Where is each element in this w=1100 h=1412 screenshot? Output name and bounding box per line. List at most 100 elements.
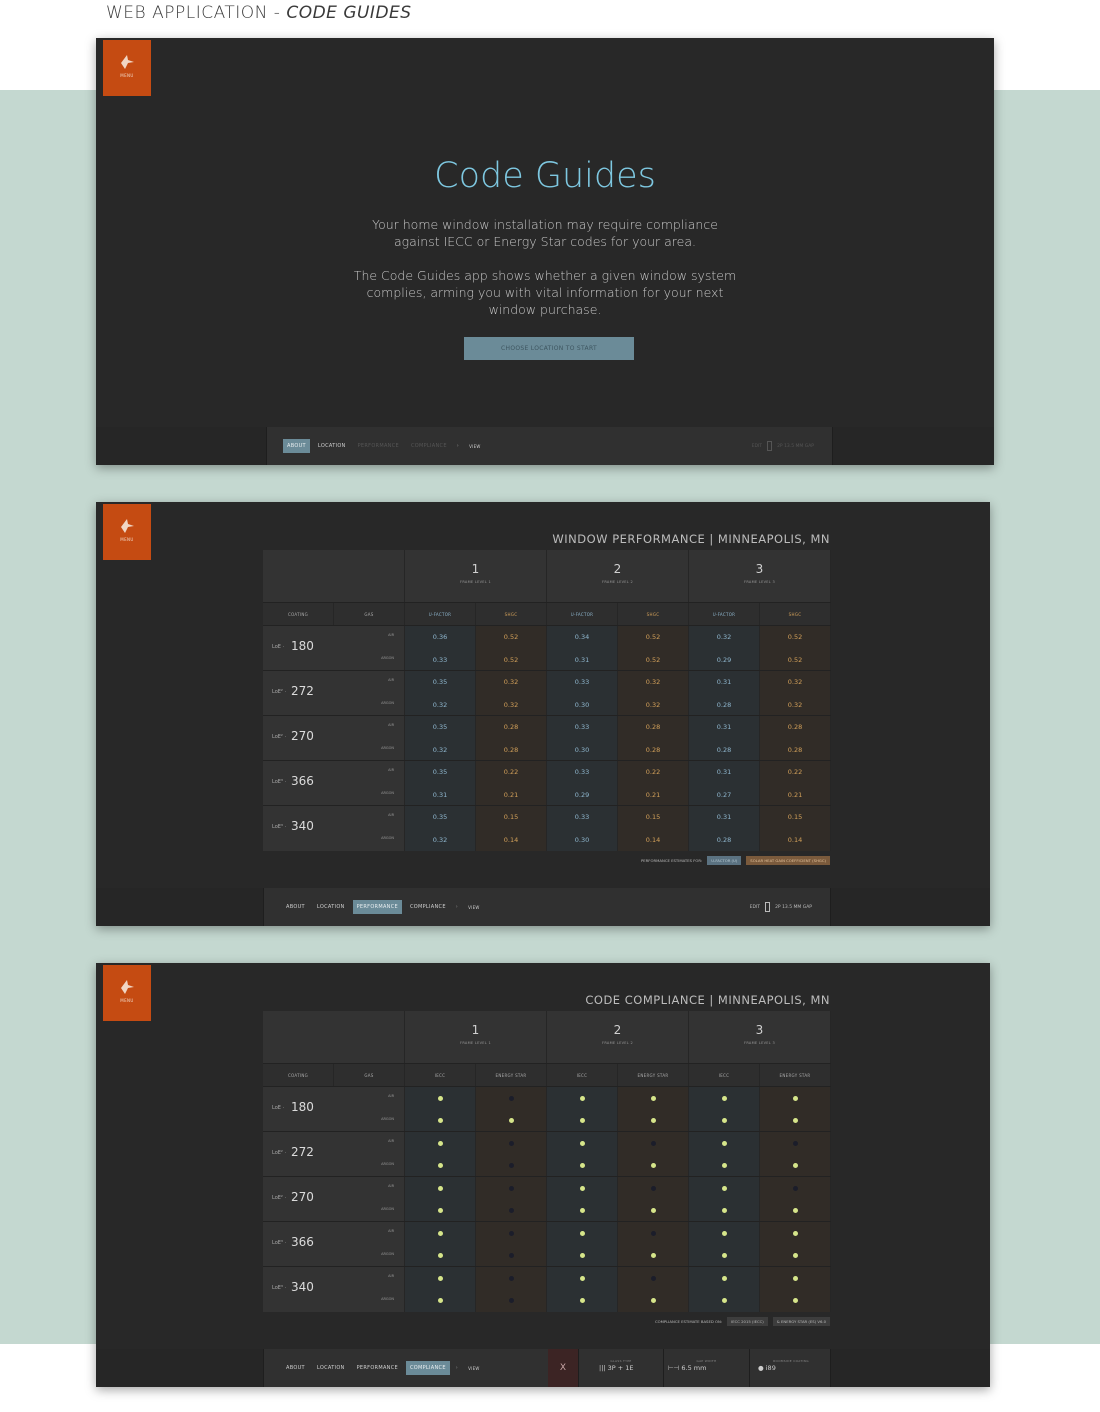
energy-star-cell (618, 1222, 689, 1245)
coating-prefix: LoE · (272, 644, 285, 650)
edit-link[interactable]: EDIT (752, 444, 762, 449)
tab-performance[interactable]: PERFORMANCE (354, 439, 403, 453)
iecc-cell (405, 1267, 476, 1290)
shgc-cell: 0.22 (618, 761, 689, 784)
col-coating: COATING (263, 603, 334, 626)
edit-link[interactable]: EDIT (750, 905, 760, 910)
u-factor-cell: 0.31 (547, 648, 618, 671)
gap-width-stat[interactable]: GAP WIDTH ⊢⊣ 6.5 mm (663, 1349, 749, 1387)
u-factor-cell: 0.32 (405, 828, 476, 851)
performance-title: WINDOW PERFORMANCE | MINNEAPOLIS, MN (552, 532, 830, 546)
nav-tabs: ABOUT LOCATION PERFORMANCE COMPLIANCE › … (282, 1349, 484, 1387)
tab-compliance[interactable]: COMPLIANCE (407, 439, 451, 453)
tab-location[interactable]: LOCATION (313, 1361, 349, 1375)
shgc-cell: 0.32 (476, 671, 547, 694)
pass-dot-icon (792, 1095, 798, 1101)
menu-button[interactable]: MENU (103, 504, 151, 560)
coating-number: 366 (291, 774, 314, 788)
pass-dot-icon (721, 1118, 727, 1123)
shgc-cell: 0.52 (760, 626, 831, 649)
pass-dot-icon (437, 1253, 443, 1258)
coating-prefix: LoE³ · (272, 824, 287, 830)
iecc-cell (689, 1177, 760, 1200)
tab-about[interactable]: ABOUT (282, 900, 309, 914)
table-row-group: LoE · 180 AIR ARGON 0.36 0.52 0.34 0.52 0.32 0.52… (263, 625, 831, 671)
gas-argon-label: ARGON (381, 1162, 394, 1166)
edit-group: EDIT 2P 13.5 MM GAP (750, 888, 812, 926)
tab-performance[interactable]: PERFORMANCE (352, 900, 402, 914)
menu-button[interactable]: MENU (103, 40, 151, 96)
pass-dot-icon (721, 1095, 727, 1101)
tab-location[interactable]: LOCATION (314, 439, 350, 453)
legend-shgc[interactable]: SOLAR HEAT GAIN COEFFICIENT (SHGC) (746, 856, 830, 865)
glass-icon (765, 902, 771, 912)
view-link[interactable]: VIEW (464, 1362, 484, 1375)
column-subheader: COATING GAS U-FACTOR SHGC U-FACTOR SHGC U-FACT… (263, 602, 831, 626)
pass-dot-icon (579, 1275, 585, 1281)
table-row-group: LoE³ · 366 AIR ARGON 0.35 0.22 0.33 0.22 0.31 0.2… (263, 760, 831, 806)
tab-about[interactable]: ABOUT (283, 439, 310, 453)
iecc-cell (405, 1199, 476, 1222)
energy-star-cell (618, 1199, 689, 1222)
legend-energy-star[interactable]: & ENERGY STAR (ES) V6.0 (772, 1317, 830, 1326)
table-row-group: LoE² · 270 AIR ARGON 0.35 0.28 0.33 0.28 0.31 0.2… (263, 715, 831, 761)
menu-button[interactable]: MENU (103, 965, 151, 1021)
u-factor-cell: 0.33 (405, 648, 476, 671)
menu-label: MENU (120, 998, 134, 1003)
frame-level-header: 2 FRAME LEVEL 2 (547, 1011, 689, 1063)
col-coating: COATING (263, 1064, 334, 1087)
energy-star-cell (476, 1244, 547, 1267)
legend-iecc[interactable]: IECC 2015 (IECC) (727, 1317, 768, 1326)
col-energy-star: ENERGY STAR (618, 1064, 689, 1087)
u-factor-cell: 0.33 (547, 806, 618, 829)
drop-icon: ● (758, 1364, 764, 1372)
fail-dot-icon (650, 1275, 656, 1281)
iecc-cell (689, 1154, 760, 1177)
u-factor-cell: 0.33 (547, 671, 618, 694)
legend-u-factor[interactable]: U-FACTOR (U) (707, 856, 742, 865)
view-link[interactable]: VIEW (464, 901, 484, 914)
coating-prefix: LoE³ · (272, 779, 287, 785)
coating-cell: LoE² · 272 AIR ARGON (263, 1132, 405, 1177)
logo-icon (121, 55, 134, 69)
frame-level-header: 2 FRAME LEVEL 2 (547, 550, 689, 602)
hero-description: The Code Guides app shows whether a give… (353, 268, 737, 317)
u-factor-cell: 0.32 (405, 693, 476, 716)
tab-performance[interactable]: PERFORMANCE (353, 1361, 402, 1375)
roomside-coating-label: ROOMSIDE COATING (773, 1359, 809, 1363)
frame-level-label: FRAME LEVEL 2 (602, 580, 633, 584)
pass-dot-icon (721, 1163, 727, 1168)
shgc-cell: 0.22 (476, 761, 547, 784)
frame-level-label: FRAME LEVEL 2 (602, 1041, 633, 1045)
fail-dot-icon (508, 1230, 514, 1236)
u-factor-cell: 0.31 (689, 761, 760, 784)
close-button[interactable]: X (548, 1349, 578, 1387)
coating-number: 180 (291, 1100, 314, 1114)
choose-location-button[interactable]: CHOOSE LOCATION TO START (464, 337, 634, 360)
tab-compliance[interactable]: COMPLIANCE (406, 900, 450, 914)
tab-about[interactable]: ABOUT (282, 1361, 309, 1375)
pass-dot-icon (721, 1208, 727, 1213)
bottom-bar: ABOUT LOCATION PERFORMANCE COMPLIANCE › … (96, 888, 990, 926)
tab-location[interactable]: LOCATION (313, 900, 349, 914)
coating-prefix: LoE³ · (272, 1285, 287, 1291)
table-row-group: LoE² · 272 AIR ARGON (263, 1131, 831, 1177)
coating-prefix: LoE² · (272, 734, 287, 740)
shgc-cell: 0.15 (618, 806, 689, 829)
pass-dot-icon (579, 1185, 585, 1191)
coating-prefix: LoE² · (272, 1195, 287, 1201)
roomside-coating-stat[interactable]: ROOMSIDE COATING ● i89 (749, 1349, 832, 1387)
tab-compliance[interactable]: COMPLIANCE (405, 1361, 450, 1375)
iecc-cell (547, 1109, 618, 1132)
iecc-cell (689, 1244, 760, 1267)
pass-dot-icon (650, 1095, 656, 1101)
view-link[interactable]: VIEW (465, 440, 485, 453)
header-blank (263, 1011, 405, 1063)
u-factor-cell: 0.35 (405, 761, 476, 784)
table-row-group: LoE³ · 340 AIR ARGON (263, 1266, 831, 1312)
col-shgc: SHGC (618, 603, 689, 626)
fail-dot-icon (650, 1140, 656, 1146)
glass-type-stat[interactable]: GLASS TYPE ||| 3P + 1E (578, 1349, 663, 1387)
coating-number: 340 (291, 1280, 314, 1294)
nav-panel: ABOUT LOCATION PERFORMANCE COMPLIANCE › … (263, 1349, 831, 1387)
